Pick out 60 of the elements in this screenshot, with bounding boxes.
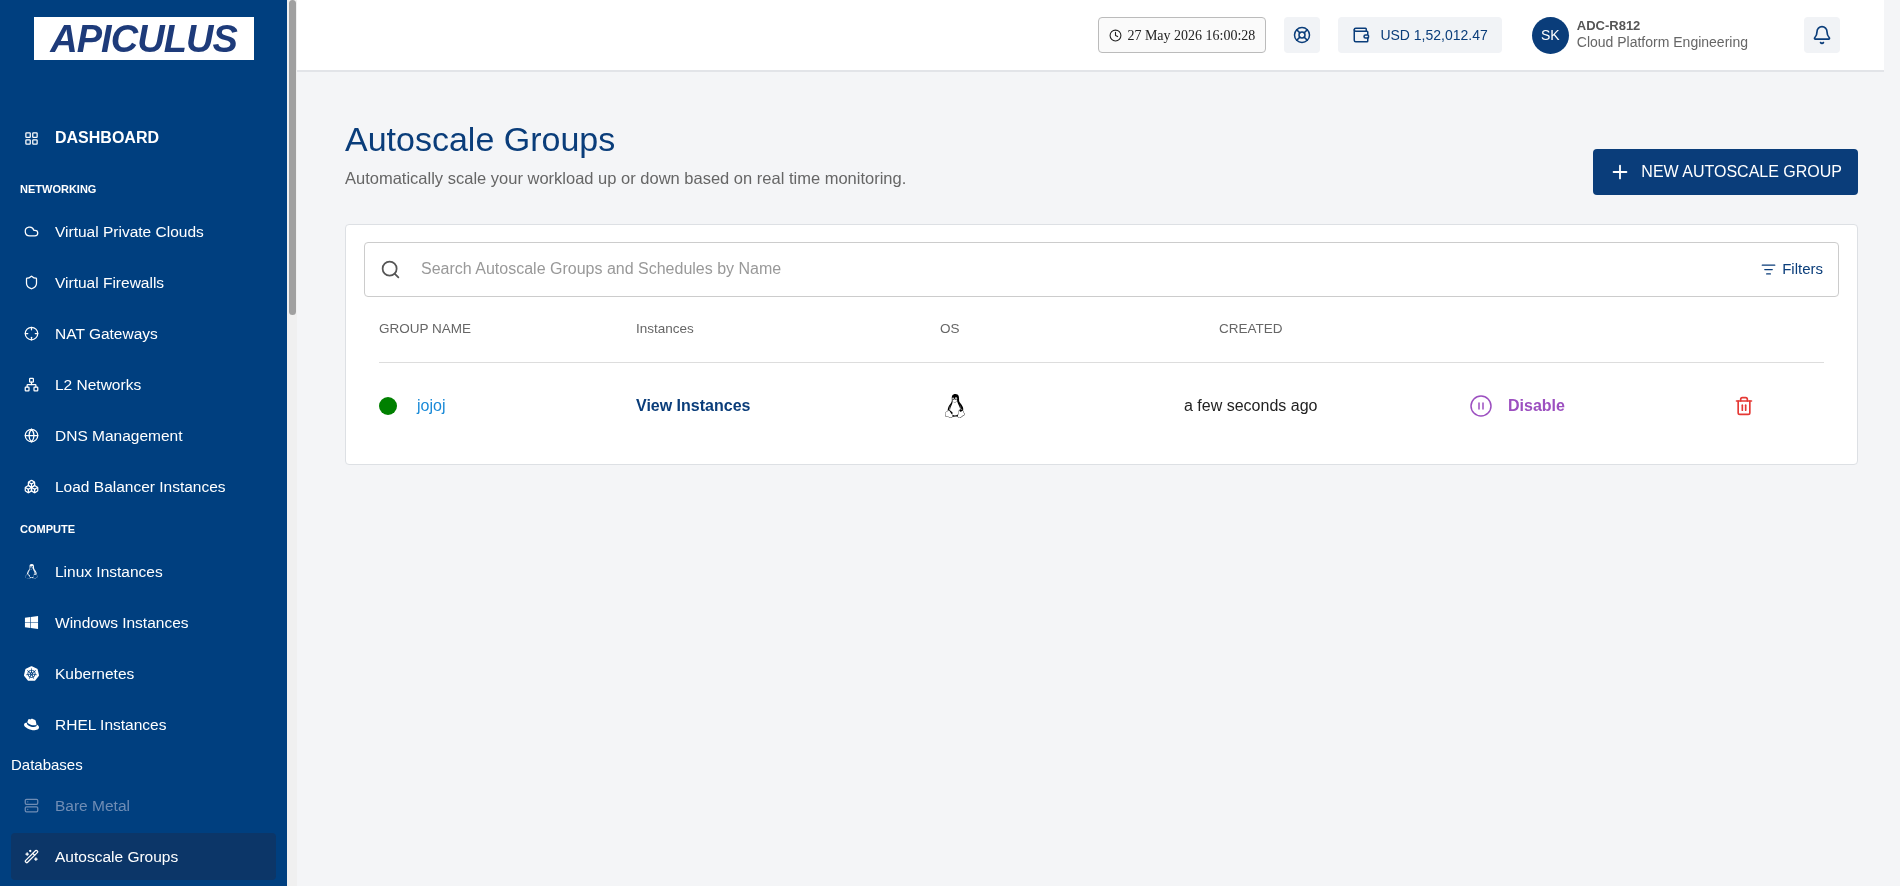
crosshair-icon (24, 326, 39, 341)
nav-item[interactable]: Kubernetes (11, 650, 276, 697)
notifications-button[interactable] (1804, 17, 1840, 53)
avatar[interactable]: SK (1531, 16, 1569, 54)
lifebuoy-icon (1293, 26, 1312, 44)
wheel-icon (24, 666, 39, 681)
hat-icon (24, 717, 39, 732)
cloud-icon (24, 224, 39, 239)
grid-icon (24, 130, 39, 146)
delete-button[interactable] (1734, 395, 1754, 416)
group-label: Databases (11, 754, 84, 775)
windows-icon (24, 615, 39, 630)
group-name-link[interactable]: jojoj (417, 393, 446, 418)
search-field[interactable]: Search Autoscale Groups and Schedules by Name Filters (364, 241, 1839, 297)
disable-button[interactable]: Disable (1469, 393, 1769, 418)
filters-button[interactable]: Filters (1761, 258, 1823, 281)
column-header: Instances (636, 320, 695, 339)
logo: APICULUS (33, 17, 254, 60)
shield-icon (24, 275, 39, 290)
search-icon (380, 258, 401, 280)
nav-item[interactable]: Virtual Firewalls (11, 259, 276, 306)
nav-item[interactable]: DNS Management (11, 412, 276, 459)
wallet-icon (1352, 26, 1371, 44)
nav-item[interactable]: Virtual Private Clouds (11, 208, 276, 255)
nav-item[interactable]: Windows Instances (11, 599, 276, 646)
penguin-icon (24, 564, 39, 579)
page-subtitle: Automatically scale your workload up or down based on real time monitoring. (345, 168, 907, 189)
filter-icon (1761, 261, 1777, 277)
nav-item[interactable]: Linux Instances (11, 548, 276, 595)
clock-icon (1109, 28, 1123, 42)
created-cell-text: a few seconds ago (1184, 395, 1319, 416)
section-label: NETWORKING (19, 181, 98, 197)
nav-item[interactable]: Autoscale Groups (11, 833, 276, 880)
bell-icon (1812, 25, 1832, 45)
balance-display: USD 1,52,012.47 (1338, 17, 1502, 53)
section-label: COMPUTE (19, 521, 76, 537)
datetime-display: 27 May 2026 16:00:28 (1098, 17, 1267, 53)
column-header: CREATED (1219, 320, 1284, 339)
network-icon (24, 377, 39, 392)
nav-item[interactable]: RHEL Instances (11, 701, 276, 748)
scrollbar-thumb[interactable] (288, 0, 296, 315)
hierarchy-icon (24, 479, 39, 494)
new-group-button[interactable]: NEW AUTOSCALE GROUP (1593, 148, 1858, 195)
column-header: OS (940, 320, 961, 339)
nav-item[interactable]: DASHBOARD (11, 106, 276, 170)
help-button[interactable] (1284, 17, 1321, 53)
nav-item[interactable]: L2 Networks (11, 361, 276, 408)
nav-item[interactable]: NAT Gateways (11, 310, 276, 357)
trash-icon (1734, 395, 1754, 416)
penguin-icon (943, 393, 967, 418)
nav-item[interactable]: Load Balancer Instances (11, 463, 276, 510)
server-icon (24, 798, 39, 813)
org-name: Cloud Platform Engineering (1576, 34, 1748, 52)
wand-icon (24, 849, 39, 864)
page-title: Autoscale Groups (345, 122, 617, 156)
view-instances-link[interactable]: View Instances (636, 393, 940, 418)
globe-icon (24, 428, 39, 443)
user-name: ADC-R812 (1576, 18, 1642, 35)
column-header: GROUP NAME (379, 320, 472, 339)
pause-icon (1469, 393, 1493, 418)
